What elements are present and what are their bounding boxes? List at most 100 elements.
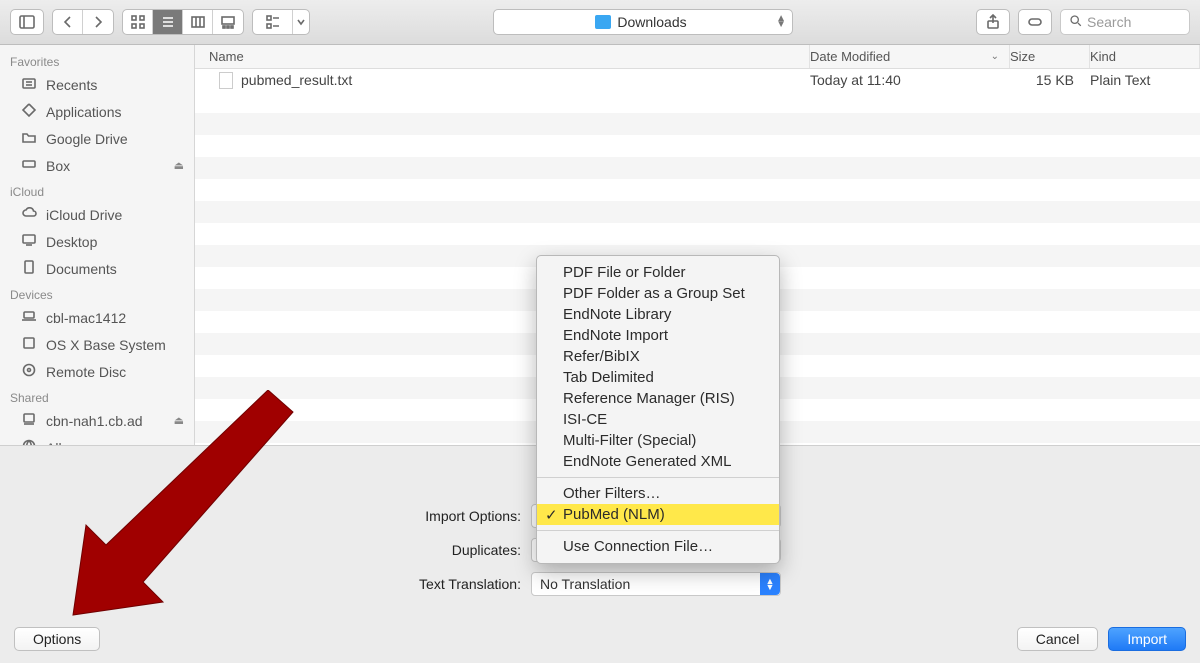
sidebar-item-icloud-drive[interactable]: iCloud Drive (0, 201, 194, 228)
current-folder-label: Downloads (617, 14, 686, 30)
sidebar-group-favorites: Favorites (0, 49, 194, 71)
menu-item[interactable]: PDF File or Folder (537, 262, 779, 283)
chevron-down-icon (296, 14, 306, 30)
menu-separator (537, 477, 779, 478)
dialog-footer: Options Cancel Import (0, 615, 1200, 663)
menu-item[interactable]: EndNote Generated XML (537, 451, 779, 472)
cloud-icon (20, 205, 38, 224)
updown-caret-icon: ▲▼ (776, 16, 786, 28)
view-list-button[interactable] (153, 10, 183, 34)
menu-item[interactable]: EndNote Import (537, 325, 779, 346)
file-row[interactable]: pubmed_result.txt Today at 11:40 15 KB P… (195, 69, 1200, 91)
back-button[interactable] (53, 10, 83, 34)
laptop-icon (20, 308, 38, 327)
menu-item-use-connection[interactable]: Use Connection File… (537, 536, 779, 557)
sidebar-group-icloud: iCloud (0, 179, 194, 201)
column-header-size[interactable]: Size (1010, 45, 1090, 68)
sidebar-item-cbn-nah1[interactable]: cbn-nah1.cb.ad ⏏ (0, 407, 194, 434)
list-icon (160, 14, 176, 30)
import-options-label: Import Options: (419, 508, 521, 524)
menu-item[interactable]: EndNote Library (537, 304, 779, 325)
import-button[interactable]: Import (1108, 627, 1186, 651)
updown-caret-icon: ▲▼ (760, 573, 780, 595)
menu-item[interactable]: Refer/BibIX (537, 346, 779, 367)
file-date: Today at 11:40 (810, 72, 1010, 88)
sidebar-item-box[interactable]: Box ⏏ (0, 152, 194, 179)
globe-icon (20, 438, 38, 445)
sidebar-item-applications[interactable]: Applications (0, 98, 194, 125)
apps-icon (20, 102, 38, 121)
eject-icon[interactable]: ⏏ (174, 159, 184, 172)
sidebar-item-cbl-mac1412[interactable]: cbl-mac1412 (0, 304, 194, 331)
column-header-date[interactable]: Date Modified ⌄ (810, 45, 1010, 68)
import-options-menu: PDF File or Folder PDF Folder as a Group… (536, 255, 780, 564)
sidebar-item-label: Documents (46, 261, 117, 277)
menu-item-other-filters[interactable]: Other Filters… (537, 483, 779, 504)
sidebar-item-label: Box (46, 158, 70, 174)
documents-icon (20, 259, 38, 278)
sidebar-item-label: OS X Base System (46, 337, 166, 353)
menu-item[interactable]: Reference Manager (RIS) (537, 388, 779, 409)
group-by-menu[interactable] (252, 9, 310, 35)
clock-icon (20, 75, 38, 94)
chevron-right-icon (90, 14, 106, 30)
view-gallery-button[interactable] (213, 10, 243, 34)
tags-button[interactable] (1018, 9, 1052, 35)
nav-back-forward (52, 9, 114, 35)
grid-icon (130, 14, 146, 30)
menu-item[interactable]: Tab Delimited (537, 367, 779, 388)
column-header-name[interactable]: Name (195, 45, 810, 68)
sidebar-item-all[interactable]: All… (0, 434, 194, 445)
sidebar-item-label: iCloud Drive (46, 207, 122, 223)
sidebar-toggle-button[interactable] (10, 9, 44, 35)
columns-icon (190, 14, 206, 30)
forward-button[interactable] (83, 10, 113, 34)
sidebar-item-label: Desktop (46, 234, 97, 250)
file-list-header: Name Date Modified ⌄ Size Kind (195, 45, 1200, 69)
chevron-down-icon: ⌄ (991, 51, 999, 62)
search-input[interactable]: Search (1060, 9, 1190, 35)
folder-icon (20, 129, 38, 148)
document-icon (219, 72, 233, 89)
sidebar-item-documents[interactable]: Documents (0, 255, 194, 282)
file-name: pubmed_result.txt (241, 72, 352, 88)
sidebar-item-google-drive[interactable]: Google Drive (0, 125, 194, 152)
sidebar-group-devices: Devices (0, 282, 194, 304)
folder-icon (595, 15, 611, 29)
drive-icon (20, 156, 38, 175)
disc-icon (20, 362, 38, 381)
share-icon (985, 14, 1001, 30)
text-translation-select[interactable]: No Translation ▲▼ (531, 572, 781, 596)
eject-icon[interactable]: ⏏ (174, 414, 184, 427)
view-icons-button[interactable] (123, 10, 153, 34)
sidebar-group-shared: Shared (0, 385, 194, 407)
sidebar-item-label: cbn-nah1.cb.ad (46, 413, 143, 429)
cancel-button[interactable]: Cancel (1017, 627, 1099, 651)
sidebar-item-desktop[interactable]: Desktop (0, 228, 194, 255)
file-kind: Plain Text (1090, 72, 1200, 88)
menu-item-pubmed-nlm[interactable]: PubMed (NLM) (537, 504, 779, 525)
sidebar-item-label: Google Drive (46, 131, 128, 147)
sidebar-item-recents[interactable]: Recents (0, 71, 194, 98)
share-button[interactable] (976, 9, 1010, 35)
chevron-left-icon (60, 14, 76, 30)
view-columns-button[interactable] (183, 10, 213, 34)
sidebar-item-label: Recents (46, 77, 97, 93)
sidebar-item-osx-base[interactable]: OS X Base System (0, 331, 194, 358)
folder-path-popup[interactable]: Downloads ▲▼ (493, 9, 793, 35)
file-size: 15 KB (1010, 72, 1090, 88)
text-translation-label: Text Translation: (419, 576, 521, 592)
server-icon (20, 411, 38, 430)
groupby-icon (265, 14, 281, 30)
search-icon (1069, 14, 1082, 30)
sidebar-item-remote-disc[interactable]: Remote Disc (0, 358, 194, 385)
search-placeholder: Search (1087, 14, 1131, 30)
view-mode-group (122, 9, 244, 35)
menu-item[interactable]: ISI-CE (537, 409, 779, 430)
menu-item[interactable]: Multi-Filter (Special) (537, 430, 779, 451)
menu-item[interactable]: PDF Folder as a Group Set (537, 283, 779, 304)
tag-icon (1027, 14, 1043, 30)
options-button[interactable]: Options (14, 627, 100, 651)
text-translation-value: No Translation (540, 576, 630, 592)
column-header-kind[interactable]: Kind (1090, 45, 1200, 68)
